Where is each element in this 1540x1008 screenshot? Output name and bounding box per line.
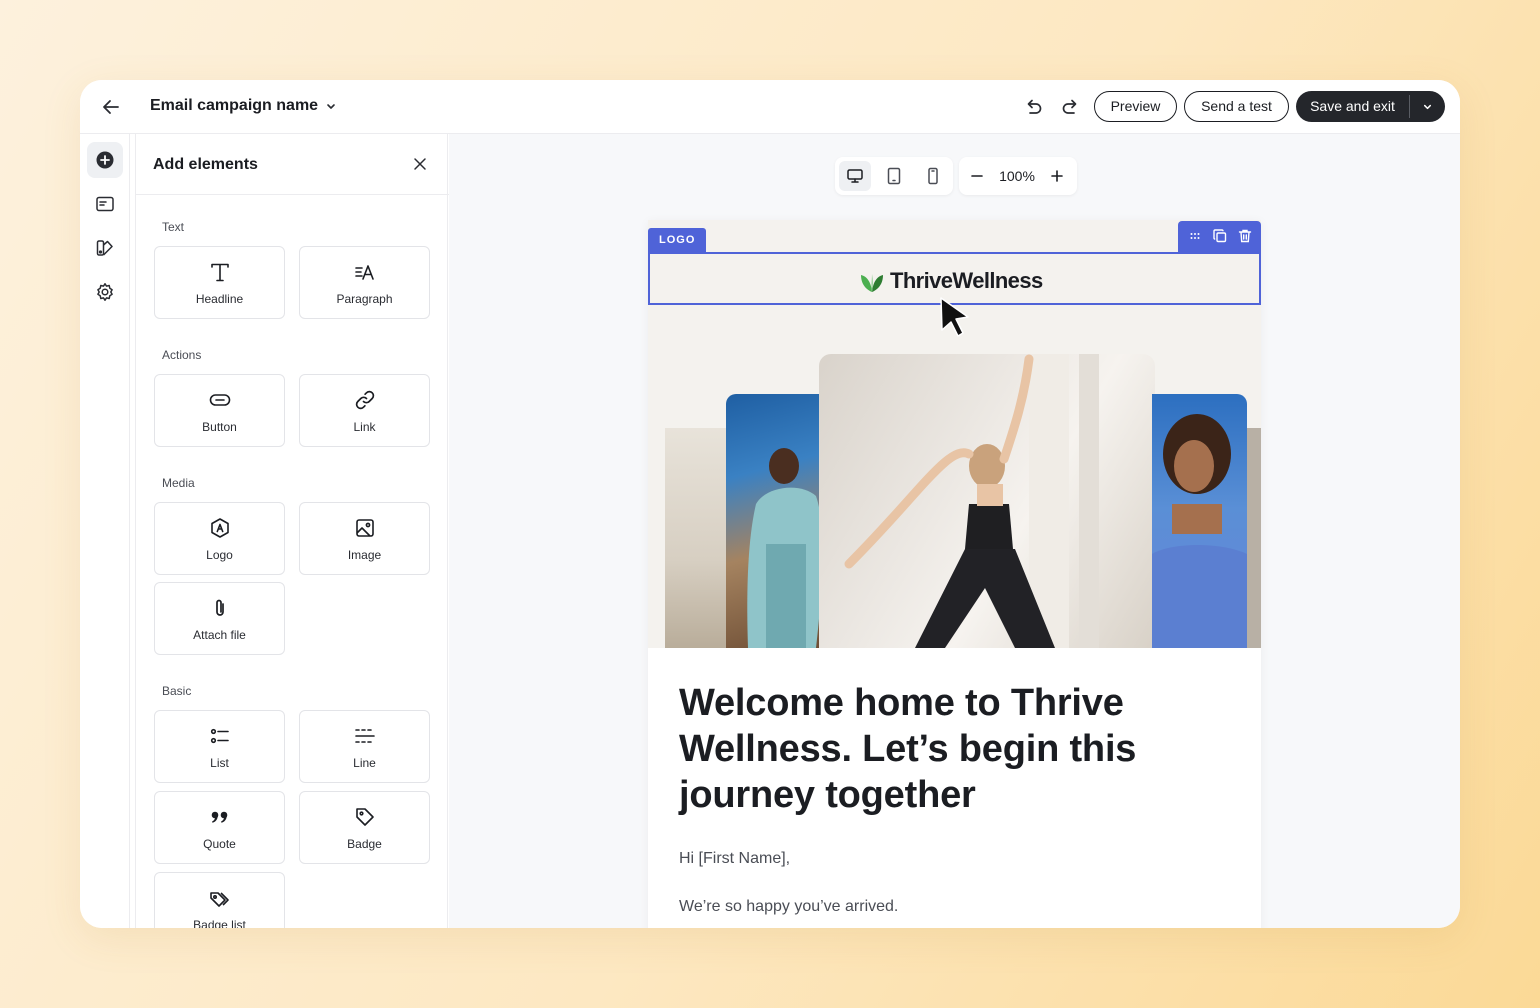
add-elements-panel: Add elements Text Headline Paragraph Act… [135,134,449,928]
element-logo[interactable]: Logo [154,502,285,575]
tile-label: Quote [203,837,236,851]
zoom-in-icon[interactable] [1047,166,1067,186]
element-badge-list[interactable]: Badge list [154,872,285,928]
zoom-out-icon[interactable] [967,166,987,186]
device-tablet-button[interactable] [878,161,910,191]
rail-add-elements[interactable] [87,142,123,178]
rail-brand[interactable] [87,230,123,266]
tile-label: Headline [195,292,244,306]
undo-icon[interactable] [1022,96,1044,118]
element-link[interactable]: Link [299,374,430,447]
rail-settings[interactable] [87,274,123,310]
tag-icon [356,808,374,826]
device-mobile-button[interactable] [917,161,949,191]
back-arrow-icon[interactable] [100,96,122,118]
chevron-down-icon[interactable] [324,99,338,113]
list-icon [210,728,229,744]
editor-canvas: 100% LOGO ThriveWellness Welcome home to… [449,134,1460,928]
tile-label: Image [347,548,382,562]
save-button-group: Save and exit [1296,91,1445,122]
tags-icon [210,892,229,907]
tile-label: Attach file [193,628,246,642]
email-heading[interactable]: Welcome home to Thrive Wellness. Let’s b… [679,680,1199,818]
tile-label: Badge [347,837,382,851]
tile-label: Paragraph [336,292,393,306]
section-label-basic: Basic [162,684,192,698]
element-headline[interactable]: Headline [154,246,285,319]
paperclip-icon [216,599,224,616]
email-body-text[interactable]: We’re so happy you’ve arrived. [679,898,898,916]
plus-circle-icon [96,151,114,169]
panel-header: Add elements [136,134,449,195]
redo-icon[interactable] [1060,96,1082,118]
mouse-pointer-icon [940,297,969,337]
preview-button[interactable]: Preview [1094,91,1177,122]
rail-content[interactable] [87,186,123,222]
top-bar: Email campaign name Preview Send a test … [80,80,1460,134]
block-toolbar [1178,221,1261,252]
hero-photo-interior [665,428,735,648]
duplicate-icon[interactable] [1212,228,1228,244]
tile-label: Line [353,756,376,770]
tile-label: Badge list [193,918,246,928]
tablet-icon [887,167,901,185]
hero-photo-portrait [1152,394,1247,648]
logo-icon [211,518,229,538]
quote-icon [211,811,228,823]
email-preview: LOGO ThriveWellness Welcome home to Thri… [648,220,1261,928]
layout-icon [96,196,114,212]
email-greeting[interactable]: Hi [First Name], [679,850,790,868]
tile-label: Button [202,420,237,434]
element-badge[interactable]: Badge [299,791,430,864]
send-test-button[interactable]: Send a test [1184,91,1289,122]
editor-window: Email campaign name Preview Send a test … [80,80,1460,928]
left-rail [80,134,130,928]
logo-block-tag: LOGO [648,228,707,253]
save-and-exit-button[interactable]: Save and exit [1296,91,1409,122]
device-desktop-button[interactable] [839,161,871,191]
line-icon [355,729,375,743]
trash-icon[interactable] [1237,228,1253,244]
hero-photo-edge [1247,428,1261,648]
section-label-media: Media [162,476,195,490]
tile-label: Link [353,420,376,434]
chevron-down-icon [1423,104,1432,110]
device-toggle [835,157,953,195]
hero-collage [648,316,1261,648]
zoom-control: 100% [959,157,1077,195]
paragraph-icon [355,265,374,280]
panel-title: Add elements [153,156,258,173]
element-button[interactable]: Button [154,374,285,447]
element-line[interactable]: Line [299,710,430,783]
leaf-icon [861,274,883,292]
section-label-actions: Actions [162,348,202,362]
save-options-button[interactable] [1410,91,1445,122]
gear-icon [97,283,113,301]
headline-icon [211,263,229,282]
close-icon[interactable] [412,156,428,172]
brand-name: ThriveWellness [890,268,1043,293]
mobile-icon [928,167,938,185]
tile-label: Logo [206,548,233,562]
element-paragraph[interactable]: Paragraph [299,246,430,319]
desktop-icon [847,169,863,183]
portrait-figure [1152,414,1247,648]
element-quote[interactable]: Quote [154,791,285,864]
zoom-level: 100% [999,168,1035,184]
yoga-figure [844,354,1099,648]
drag-handle-icon[interactable] [1187,228,1203,244]
image-icon [356,519,374,537]
campaign-name[interactable]: Email campaign name [150,97,318,115]
element-attach-file[interactable]: Attach file [154,582,285,655]
section-label-text: Text [162,220,185,234]
tile-label: List [210,756,229,770]
link-icon [355,390,375,410]
element-image[interactable]: Image [299,502,430,575]
element-list[interactable]: List [154,710,285,783]
palette-icon [96,240,113,256]
hero-photo-yoga [819,354,1155,648]
button-icon [209,394,231,406]
